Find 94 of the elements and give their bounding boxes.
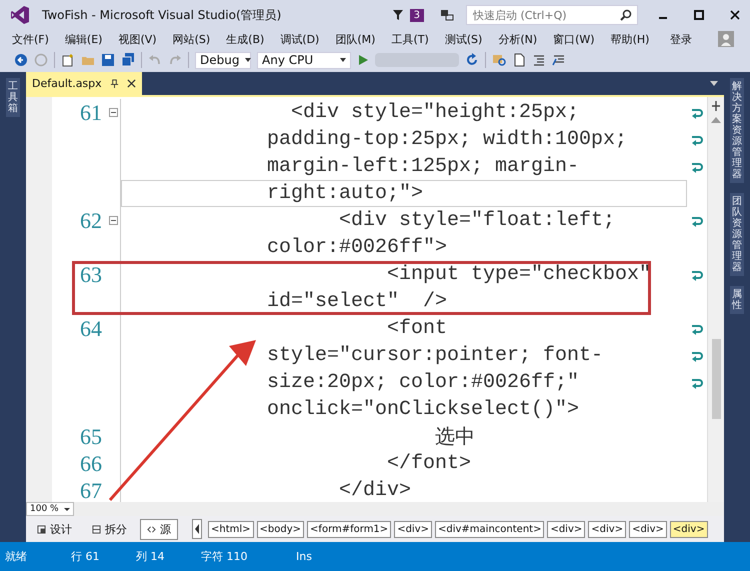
code-line: margin-left:125px; margin-	[267, 155, 580, 178]
line-indicator: 行 61	[71, 549, 100, 564]
breadcrumb-tag[interactable]: <div#maincontent>	[435, 520, 544, 538]
menu-item[interactable]: 测试(S)	[438, 32, 488, 46]
code-line: id="select" />	[267, 290, 448, 313]
code-line: padding-top:25px; width:100px;	[267, 128, 628, 151]
view-tab[interactable]: 设计	[30, 518, 79, 540]
word-wrap-icon	[690, 214, 704, 226]
breadcrumb-tag[interactable]: <body>	[256, 520, 304, 538]
breadcrumb-tag[interactable]: <div>	[670, 520, 708, 538]
word-wrap-icon	[690, 322, 704, 334]
document-icon[interactable]	[512, 53, 526, 67]
line-number: 65	[80, 424, 102, 450]
code-line: right:auto;">	[267, 182, 424, 205]
menu-item[interactable]: 文件(F)	[6, 32, 55, 46]
code-line: </font>	[386, 452, 472, 475]
menu-item[interactable]: 分析(N)	[492, 32, 544, 46]
collapse-icon[interactable]	[108, 216, 118, 225]
notification-badge[interactable]: 3	[410, 8, 424, 22]
scroll-thumb[interactable]	[712, 339, 720, 419]
configuration-dropdown[interactable]: Debug	[195, 52, 251, 68]
character-indicator: 字符 110	[201, 549, 248, 564]
split-icon[interactable]	[711, 101, 721, 111]
quick-launch-field[interactable]: 快速启动 (Ctrl+Q)	[466, 5, 638, 25]
breadcrumb-tag[interactable]: <html>	[208, 520, 254, 538]
play-icon[interactable]	[357, 54, 369, 66]
word-wrap-icon	[690, 268, 704, 280]
word-wrap-icon	[690, 160, 704, 172]
code-line: color:#0026ff">	[267, 236, 448, 259]
code-line: 选中	[434, 426, 476, 450]
word-wrap-icon	[690, 134, 704, 146]
dropdown-caret-icon[interactable]	[710, 80, 718, 86]
sign-in-link[interactable]: 登录	[664, 32, 698, 46]
save-icon[interactable]	[101, 53, 115, 67]
breadcrumb-tag[interactable]: <div>	[547, 520, 586, 538]
refresh-icon[interactable]	[465, 53, 479, 67]
view-tab[interactable]: 拆分	[85, 518, 134, 540]
visual-studio-logo-icon	[10, 5, 30, 25]
side-panel-tab[interactable]: 解决方案资源管理器	[730, 78, 744, 183]
line-number: 63	[80, 262, 102, 288]
menu-item[interactable]: 编辑(E)	[58, 32, 108, 46]
code-line: </div>	[338, 479, 412, 502]
side-panel-tab[interactable]: 团队资源管理器	[730, 193, 744, 276]
design-icon	[37, 524, 46, 534]
breadcrumb-tag[interactable]: <div>	[588, 520, 626, 538]
collapse-icon[interactable]	[108, 108, 118, 117]
breadcrumb-tag[interactable]: <div>	[629, 520, 667, 538]
word-wrap-icon	[690, 376, 704, 388]
pin-icon[interactable]	[110, 79, 119, 88]
maximize-icon[interactable]	[694, 10, 704, 20]
new-project-icon[interactable]	[61, 53, 75, 67]
code-line: size:20px; color:#0026ff;"	[267, 371, 580, 394]
line-number: 61	[80, 100, 102, 126]
code-line: <div style="height:25px;	[290, 101, 580, 124]
close-icon[interactable]	[730, 10, 740, 20]
view-tab[interactable]: 源	[140, 518, 178, 540]
back-icon[interactable]	[14, 53, 28, 67]
scroll-left-icon[interactable]	[192, 519, 202, 539]
line-number: 67	[80, 478, 102, 502]
breadcrumb-tag[interactable]: <div>	[394, 520, 432, 538]
breadcrumb-tag[interactable]: <form#form1>	[307, 520, 392, 538]
status-text: 就绪	[5, 549, 28, 564]
insert-mode-indicator: Ins	[296, 550, 312, 563]
menu-item[interactable]: 生成(B)	[220, 32, 270, 46]
code-line: onclick="onClickselect()">	[267, 398, 580, 421]
menu-item[interactable]: 视图(V)	[112, 32, 163, 46]
menu-item[interactable]: 团队(M)	[329, 32, 382, 46]
split-view-icon	[92, 524, 101, 534]
column-indicator: 列 14	[136, 549, 166, 564]
menu-item[interactable]: 调试(D)	[274, 32, 326, 46]
menu-item[interactable]: 帮助(H)	[604, 32, 656, 46]
menu-item[interactable]: 网站(S)	[166, 32, 216, 46]
menu-item[interactable]: 工具(T)	[385, 32, 435, 46]
line-number: 64	[80, 316, 102, 342]
line-number: 62	[80, 208, 102, 234]
zoom-dropdown[interactable]: 100 %	[26, 502, 74, 516]
code-line: style="cursor:pointer; font-	[267, 344, 604, 367]
toolbox-tab[interactable]: 工具箱	[6, 78, 20, 117]
vertical-scrollbar[interactable]	[707, 97, 724, 502]
word-wrap-icon	[690, 106, 704, 118]
platform-dropdown[interactable]: Any CPU	[257, 52, 351, 68]
code-line: <input type="checkbox"	[386, 263, 652, 286]
side-panel-tab[interactable]: 属性	[730, 286, 744, 314]
document-tab[interactable]: Default.aspx	[26, 72, 142, 95]
save-all-icon[interactable]	[121, 53, 135, 67]
menu-item[interactable]: 窗口(W)	[547, 32, 601, 46]
code-line: <div style="float:left;	[338, 209, 616, 232]
code-brackets-icon	[147, 524, 156, 534]
close-icon[interactable]	[126, 79, 136, 88]
line-number: 66	[80, 450, 102, 476]
code-line: <font	[386, 317, 448, 340]
window-title: TwoFish - Microsoft Visual Studio(管理员)	[42, 6, 282, 24]
word-wrap-icon	[690, 350, 704, 362]
align-lines-icon[interactable]	[532, 53, 546, 67]
